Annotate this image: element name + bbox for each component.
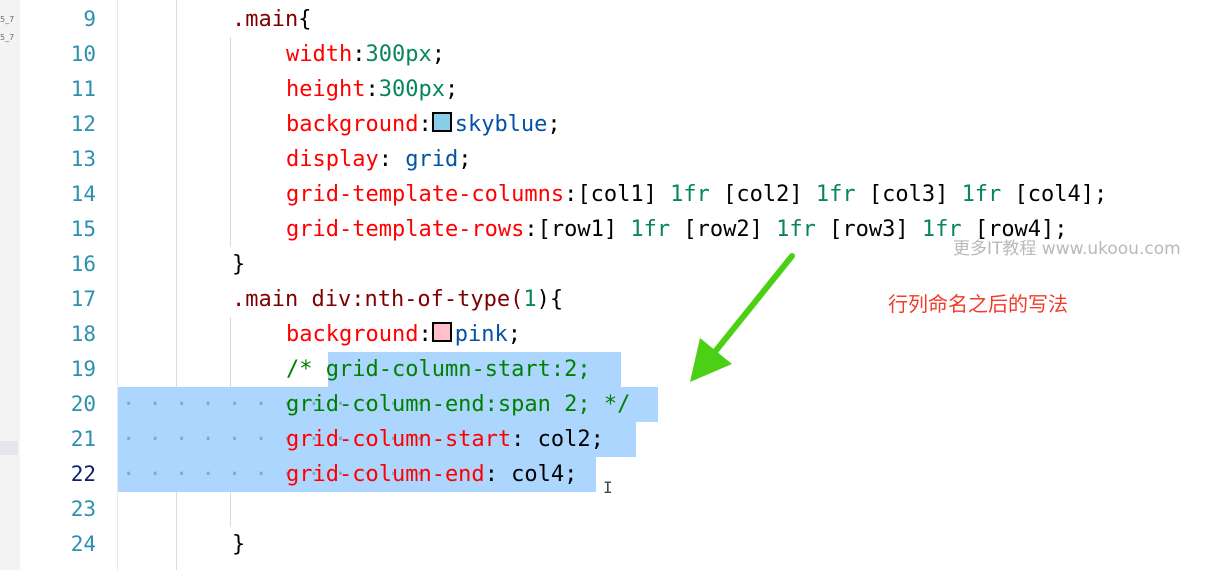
colon: : [378, 147, 406, 172]
line-number-gutter: 9 10 11 12 13 14 15 16 17 18 19 20 21 22… [20, 0, 118, 570]
css-value-part: [row2] [670, 217, 777, 242]
comment-open: /* [286, 357, 326, 382]
css-value: col4 [497, 462, 565, 487]
css-selector: .main [232, 7, 299, 32]
css-property: background [286, 322, 419, 347]
css-number: 300px [365, 42, 432, 67]
css-value-part: [col4]; [1001, 182, 1108, 207]
css-number: 1fr [776, 217, 816, 242]
brace: ){ [536, 287, 564, 312]
css-value: grid [405, 147, 459, 172]
css-property: grid-template-rows [286, 217, 525, 242]
css-value-part: [row3] [815, 217, 922, 242]
line-number: 21 [70, 427, 96, 451]
color-swatch-icon[interactable] [431, 112, 452, 132]
semicolon: ; [507, 322, 521, 347]
colon: : [418, 322, 432, 347]
line-number: 16 [70, 252, 96, 276]
semicolon: ; [590, 427, 604, 452]
line-number: 19 [70, 357, 96, 381]
comment-text: grid-column-start:2; [325, 357, 591, 382]
line-number: 20 [70, 392, 96, 416]
css-property: grid-template-columns [286, 182, 565, 207]
css-number: 300px [378, 77, 445, 102]
css-number: 1fr [630, 217, 671, 242]
code-line-19: /* grid-column-start:2; [286, 352, 591, 387]
code-line-12: background: skyblue; [286, 107, 561, 142]
css-value: col2 [524, 427, 591, 452]
strip-block [0, 441, 18, 455]
colon: : [524, 217, 538, 242]
css-number: 1fr [961, 182, 1002, 207]
watermark-text: 更多IT教程 www.ukoou.com [953, 239, 1181, 259]
indent-guide [230, 37, 231, 247]
code-line-17: .main div:nth-of-type(1){ [232, 282, 563, 317]
line-number: 18 [70, 322, 96, 346]
colon: : [365, 77, 379, 102]
strip-mark: 5_7 [0, 15, 15, 24]
line-number: 17 [70, 287, 96, 311]
semicolon: ; [431, 42, 445, 67]
css-value-part: [row1] [537, 217, 631, 242]
css-number: 1fr [670, 182, 710, 207]
code-line-11: height:300px; [286, 72, 458, 107]
green-diagonal-arrow-icon [690, 253, 795, 382]
colon: : [511, 427, 525, 452]
css-value-part: [col2] [709, 182, 816, 207]
code-line-9: .main{ [232, 2, 311, 37]
css-property: grid-column-start [286, 427, 512, 452]
comment-close: */ [590, 392, 631, 417]
text-cursor-icon: I [603, 478, 613, 497]
css-property: grid-column-end [286, 462, 485, 487]
semicolon: ; [564, 462, 578, 487]
css-value-part: [col1] [577, 182, 671, 207]
line-number: 10 [70, 42, 96, 66]
brace: } [232, 532, 246, 557]
line-number: 9 [83, 7, 96, 31]
code-line-14: grid-template-columns:[col1] 1fr [col2] … [286, 177, 1107, 212]
brace: { [298, 7, 312, 32]
annotation-text: 行列命名之后的写法 [888, 292, 1068, 316]
comment-text: grid-column-end:span 2; [286, 392, 591, 417]
code-line-24: } [232, 527, 245, 562]
css-number: 1fr [815, 182, 856, 207]
line-number: 13 [70, 147, 96, 171]
code-line-16: } [232, 247, 245, 282]
css-selector: .main div:nth-of-type( [232, 287, 524, 312]
css-property: background [286, 112, 419, 137]
css-value: skyblue [454, 112, 548, 137]
colon: : [352, 42, 366, 67]
color-swatch-icon[interactable] [431, 322, 452, 342]
semicolon: ; [458, 147, 472, 172]
line-number: 15 [70, 217, 96, 241]
strip-mark: 5_7 [0, 33, 15, 42]
colon: : [418, 112, 432, 137]
line-number: 11 [70, 77, 96, 101]
code-editor[interactable]: · · · · · · · · · · · · · · · · · · · · … [118, 0, 1218, 570]
left-strip: 5_7 5_7 [0, 0, 20, 570]
css-property: display [286, 147, 379, 172]
code-line-21: grid-column-start: col2; [286, 422, 604, 457]
line-number: 24 [70, 532, 96, 556]
line-number: 14 [70, 182, 96, 206]
code-line-22: grid-column-end: col4; [286, 457, 577, 492]
line-number-active: 22 [70, 462, 96, 486]
semicolon: ; [547, 112, 561, 137]
code-line-10: width:300px; [286, 37, 445, 72]
css-property: width [286, 42, 353, 67]
line-number: 12 [70, 112, 96, 136]
code-line-20: grid-column-end:span 2; */ [286, 387, 630, 422]
code-line-18: background: pink; [286, 317, 521, 352]
css-value: pink [454, 322, 508, 347]
css-value-part: [col3] [855, 182, 962, 207]
colon: : [484, 462, 498, 487]
css-number: 1 [523, 287, 537, 312]
css-property: height [286, 77, 366, 102]
colon: : [564, 182, 578, 207]
line-number: 23 [70, 497, 96, 521]
brace: } [232, 252, 246, 277]
code-line-13: display: grid; [286, 142, 471, 177]
semicolon: ; [444, 77, 459, 102]
